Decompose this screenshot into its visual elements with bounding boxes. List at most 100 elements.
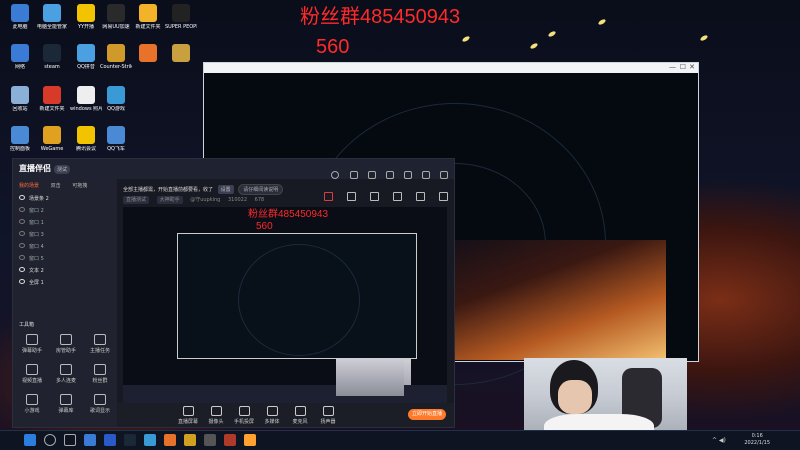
- edge-icon[interactable]: [104, 434, 116, 446]
- source-item[interactable]: 窗口 4: [13, 241, 117, 253]
- eye-icon[interactable]: [19, 219, 25, 224]
- source-item[interactable]: 场景条 2: [13, 193, 117, 205]
- eye-icon[interactable]: [19, 279, 25, 284]
- record-icon[interactable]: [323, 192, 333, 201]
- settings-icon[interactable]: [385, 171, 394, 179]
- layout-icon[interactable]: [369, 192, 379, 201]
- announcement-settings-button[interactable]: 设置: [217, 185, 234, 194]
- desktop-icon[interactable]: 新建文件夹: [132, 4, 164, 30]
- close-icon[interactable]: [440, 171, 448, 179]
- eye-icon[interactable]: [19, 267, 25, 272]
- avatar-icon[interactable]: [331, 171, 340, 179]
- source-item[interactable]: 窗口 3: [13, 229, 117, 241]
- tool-item[interactable]: 弹幕库: [49, 394, 83, 414]
- tool-item[interactable]: 多人连麦: [49, 364, 83, 384]
- minimize-icon[interactable]: [403, 171, 412, 179]
- lock-icon[interactable]: [346, 192, 356, 201]
- window-titlebar[interactable]: — ☐ ✕: [204, 63, 698, 73]
- control-button[interactable]: 手机投屏: [231, 406, 257, 425]
- app-taskbar-icon[interactable]: [224, 434, 236, 446]
- desktop-icon[interactable]: Counter-Strike Global Off...: [100, 44, 132, 70]
- desktop-icon[interactable]: SUPER PEOPLE CBT: [165, 4, 197, 30]
- maximize-icon[interactable]: ☐: [680, 63, 686, 71]
- desktop-icon[interactable]: 腾讯会议: [70, 126, 102, 152]
- eye-icon[interactable]: [19, 207, 25, 212]
- tool-item[interactable]: 视频直播: [15, 364, 49, 384]
- desktop-icon[interactable]: 此电脑: [4, 4, 36, 30]
- eye-icon[interactable]: [19, 243, 25, 248]
- desktop-icon[interactable]: 新建文件夹: [36, 86, 68, 112]
- crop-icon[interactable]: [392, 192, 402, 201]
- control-icon: [322, 406, 334, 416]
- control-button[interactable]: 扬声器: [315, 406, 341, 425]
- app-icon: [11, 4, 29, 22]
- start-button-icon[interactable]: [24, 434, 36, 446]
- minimize-icon[interactable]: —: [669, 63, 676, 71]
- control-button[interactable]: 多媒体: [259, 406, 285, 425]
- desktop-icon[interactable]: 回收站: [4, 86, 36, 112]
- desktop-icon[interactable]: QQ游戏: [100, 86, 132, 112]
- app-taskbar-icon[interactable]: [204, 434, 216, 446]
- control-button[interactable]: 麦克风: [287, 406, 313, 425]
- room-id: 310022: [227, 197, 248, 203]
- control-button[interactable]: 摄像头: [203, 406, 229, 425]
- desktop-icon[interactable]: 电脑全能管家: [36, 4, 68, 30]
- tool-item[interactable]: 小游戏: [15, 394, 49, 414]
- source-item[interactable]: 窗口 5: [13, 253, 117, 265]
- source-label: 全屏 1: [29, 280, 44, 286]
- app-icon: [77, 4, 95, 22]
- search-icon[interactable]: [44, 434, 56, 446]
- desktop-icon[interactable]: 网易UU加速: [100, 4, 132, 30]
- close-icon[interactable]: ✕: [689, 63, 695, 71]
- bell-icon[interactable]: [415, 192, 425, 201]
- tab-draggable[interactable]: 可拖拽: [72, 182, 87, 189]
- tab-my-scenes[interactable]: 我的场景: [19, 182, 39, 189]
- desktop-icon[interactable]: steam: [36, 44, 68, 70]
- source-item[interactable]: 文本 2: [13, 265, 117, 277]
- source-item[interactable]: 全屏 1: [13, 277, 117, 289]
- desktop-icon[interactable]: [132, 44, 164, 64]
- eye-icon[interactable]: [19, 231, 25, 236]
- room-owner: @守uupking: [190, 197, 221, 203]
- desktop-icon[interactable]: windows 照片查看器: [70, 86, 102, 112]
- app-taskbar-icon[interactable]: [164, 434, 176, 446]
- clock[interactable]: 0:16 2022/1/15: [744, 433, 770, 447]
- maximize-icon[interactable]: [421, 171, 430, 179]
- control-icon: [238, 406, 250, 416]
- tool-item[interactable]: 主播任务: [83, 334, 117, 354]
- steam-taskbar-icon[interactable]: [124, 434, 136, 446]
- qq-taskbar-icon[interactable]: [144, 434, 156, 446]
- mail-icon[interactable]: [367, 171, 376, 179]
- tool-item[interactable]: 弹幕助手: [15, 334, 49, 354]
- eye-icon[interactable]: [19, 255, 25, 260]
- tool-icon: [60, 334, 72, 345]
- source-item[interactable]: 窗口 1: [13, 217, 117, 229]
- source-item[interactable]: 窗口 2: [13, 205, 117, 217]
- task-view-icon[interactable]: [64, 434, 76, 446]
- tool-item[interactable]: 房管助手: [49, 334, 83, 354]
- tool-item[interactable]: 粉丝群: [83, 364, 117, 384]
- control-icon: [266, 406, 278, 416]
- file-explorer-icon[interactable]: [84, 434, 96, 446]
- control-button[interactable]: 直播屏幕: [175, 406, 201, 425]
- desktop-icon-label: 回收站: [12, 106, 28, 112]
- desktop-icon[interactable]: YY开播: [70, 4, 102, 30]
- desktop-icon[interactable]: WeGame: [36, 126, 68, 152]
- desktop-icon[interactable]: 网络: [4, 44, 36, 70]
- desktop-icon[interactable]: 控制面板: [4, 126, 36, 152]
- app-taskbar-icon[interactable]: [184, 434, 196, 446]
- tool-item[interactable]: 歌词显示: [83, 394, 117, 414]
- chat-icon[interactable]: [349, 171, 358, 179]
- tray-icons[interactable]: ^ ◀): [712, 437, 726, 444]
- desktop-icon[interactable]: [165, 44, 197, 64]
- go-live-button[interactable]: 立即开始直播: [408, 409, 446, 420]
- announcement-edit-button[interactable]: 请仔细阅读说明: [238, 184, 284, 195]
- tab-double-click[interactable]: 双击: [51, 182, 61, 189]
- room-title[interactable]: 直播测试: [123, 196, 150, 204]
- app-taskbar-icon[interactable]: [244, 434, 256, 446]
- room-category[interactable]: 大神助手: [156, 196, 183, 204]
- desktop-icon[interactable]: QQ飞车: [100, 126, 132, 152]
- share-icon[interactable]: [439, 192, 448, 201]
- desktop-icon[interactable]: QQ拼音: [70, 44, 102, 70]
- eye-icon[interactable]: [19, 195, 25, 200]
